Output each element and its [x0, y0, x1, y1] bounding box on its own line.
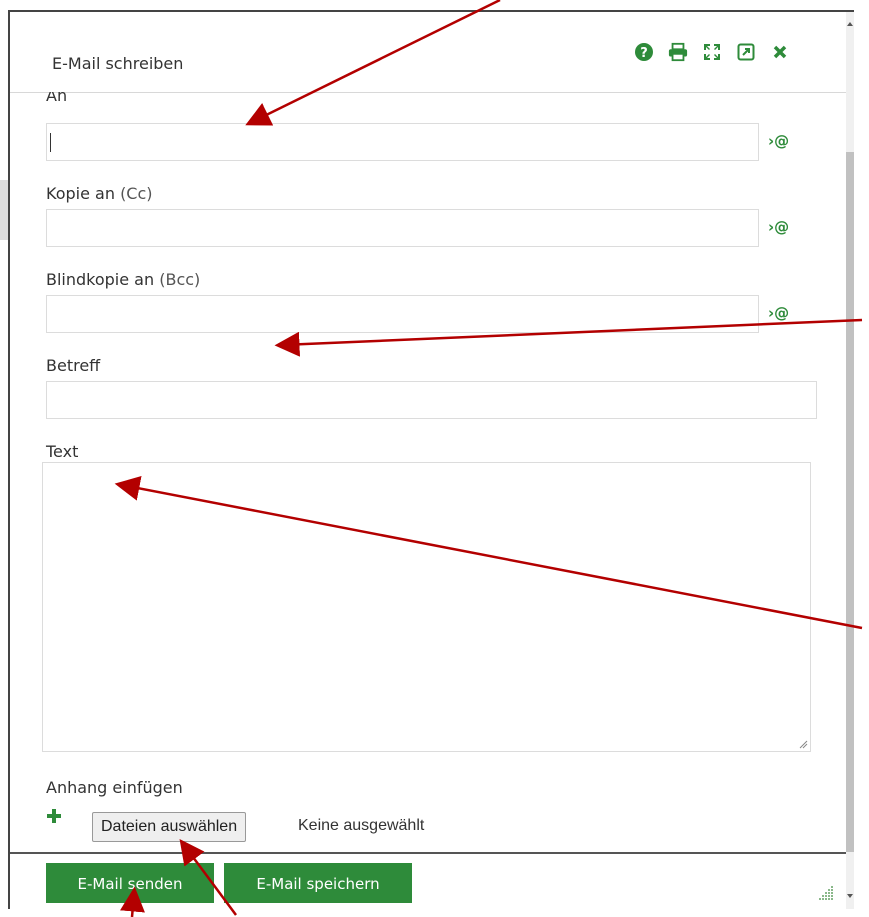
bcc-label: Blindkopie an (Bcc) [46, 270, 201, 289]
choose-files-button[interactable]: Dateien auswählen [92, 812, 247, 842]
cc-label: Kopie an (Cc) [46, 184, 153, 203]
svg-text:?: ? [640, 46, 648, 61]
body-textarea[interactable] [42, 462, 811, 752]
body-label: Text [46, 442, 79, 461]
save-email-button[interactable]: E-Mail speichern [224, 863, 412, 903]
help-icon[interactable]: ? [634, 42, 654, 62]
cc-input[interactable] [46, 209, 759, 247]
attachment-label: Anhang einfügen [46, 778, 183, 797]
scroll-down-icon[interactable] [846, 892, 854, 900]
dialog-scrollbar[interactable] [846, 12, 854, 909]
email-dialog: E-Mail schreiben ? An ›@ Kopie an (Cc) ›… [8, 10, 854, 911]
to-label: An [46, 92, 68, 105]
cc-address-picker-icon[interactable]: ›@ [768, 218, 789, 236]
background-page [0, 180, 8, 240]
print-icon[interactable] [668, 42, 688, 62]
file-status: Keine ausgewählt [298, 817, 425, 834]
send-email-button[interactable]: E-Mail senden [46, 863, 214, 903]
scroll-up-icon[interactable] [846, 20, 854, 28]
titlebar-icons: ? [634, 40, 790, 64]
dialog-footer: E-Mail senden E-Mail speichern [10, 852, 846, 911]
dialog-resize-icon[interactable] [818, 885, 834, 901]
close-icon[interactable] [770, 42, 790, 62]
fullscreen-icon[interactable] [702, 42, 722, 62]
dialog-content: An ›@ Kopie an (Cc) ›@ Blindkopie an (Bc… [10, 92, 846, 852]
resize-grip-icon[interactable] [798, 739, 808, 749]
dialog-titlebar: E-Mail schreiben ? [10, 12, 846, 93]
to-address-picker-icon[interactable]: ›@ [768, 132, 789, 150]
text-caret [50, 133, 51, 152]
bcc-address-picker-icon[interactable]: ›@ [768, 304, 789, 322]
to-input[interactable] [46, 123, 759, 161]
scrollbar-thumb[interactable] [846, 152, 854, 852]
bcc-input[interactable] [46, 295, 759, 333]
add-attachment-plus-icon[interactable] [46, 808, 62, 828]
subject-input[interactable] [46, 381, 817, 419]
dialog-title: E-Mail schreiben [52, 54, 184, 73]
subject-label: Betreff [46, 356, 101, 375]
popout-icon[interactable] [736, 42, 756, 62]
